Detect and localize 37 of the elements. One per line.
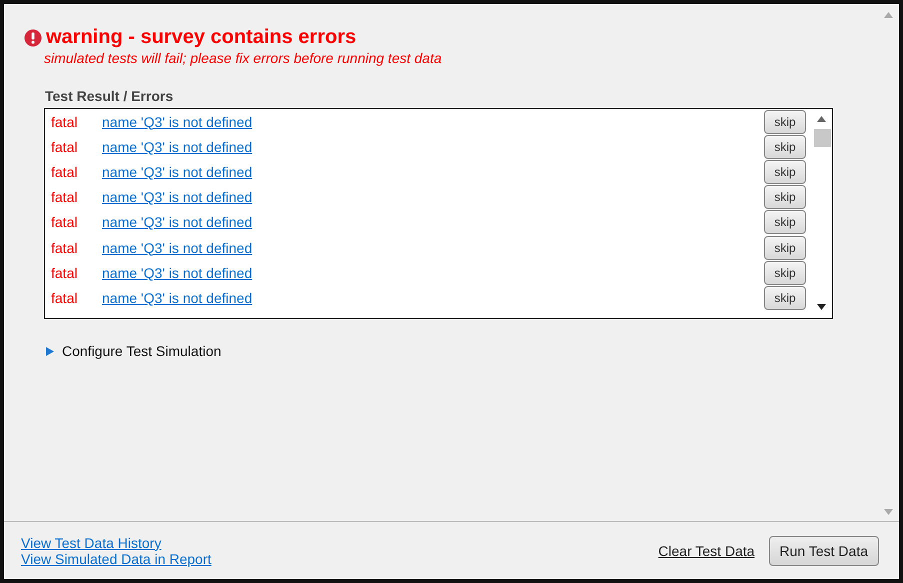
error-link[interactable]: name 'Q3' is not defined [102, 138, 252, 155]
skip-button[interactable]: skip [764, 236, 806, 260]
scroll-up-icon[interactable] [817, 116, 826, 122]
caret-right-icon[interactable] [46, 346, 54, 356]
scrollbar-thumb[interactable] [814, 129, 831, 147]
error-link[interactable]: name 'Q3' is not defined [102, 114, 252, 130]
severity-text: fatal [51, 290, 78, 306]
error-link[interactable]: name 'Q3' is not defined [102, 189, 252, 206]
error-link[interactable]: name 'Q3' is not defined [102, 214, 252, 230]
error-link[interactable]: name 'Q3' is not defined [102, 240, 252, 256]
configure-toggle[interactable]: Configure Test Simulation [62, 343, 222, 359]
severity-text: fatal [51, 164, 78, 180]
error-link[interactable]: name 'Q3' is not defined [102, 164, 252, 180]
skip-button[interactable]: skip [764, 286, 806, 310]
severity-text: fatal [51, 138, 78, 155]
warning-title: warning - survey contains errors [46, 26, 356, 49]
skip-button[interactable]: skip [764, 210, 806, 234]
run-button[interactable]: Run Test Data [768, 536, 879, 566]
footer-link[interactable]: View Simulated Data in Report [21, 550, 212, 566]
scroll-down-icon[interactable] [817, 304, 826, 310]
error-icon [24, 28, 42, 46]
severity-text: fatal [51, 214, 78, 230]
skip-button[interactable]: skip [764, 260, 806, 285]
warning-subtitle: simulated tests will fail; please fix errors before running test data [44, 50, 443, 66]
severity-text: fatal [51, 189, 78, 206]
severity-text: fatal [51, 264, 78, 281]
error-link[interactable]: name 'Q3' is not defined [102, 264, 252, 281]
footer-link[interactable]: View Test Data History [21, 534, 162, 550]
error-link[interactable]: name 'Q3' is not defined [102, 290, 252, 306]
skip-button[interactable]: skip [764, 185, 806, 210]
skip-button[interactable]: skip [764, 110, 806, 134]
skip-button[interactable]: skip [764, 160, 806, 184]
results-label: Test Result / Errors [45, 88, 174, 104]
severity-text: fatal [51, 114, 78, 130]
severity-text: fatal [51, 240, 78, 256]
skip-button[interactable]: skip [764, 134, 806, 159]
clear-link[interactable]: Clear Test Data [658, 542, 755, 558]
